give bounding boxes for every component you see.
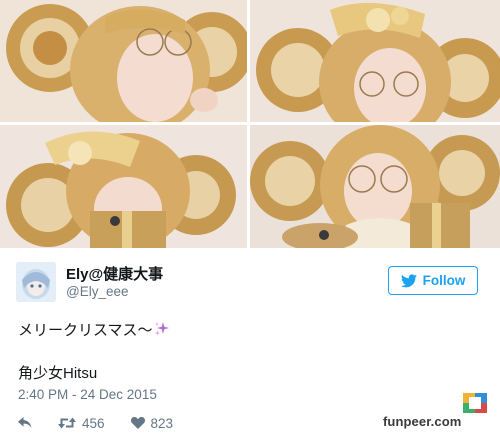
heart-icon [130,417,145,429]
photo-grid [0,0,500,248]
sparkles-emoji [154,322,169,336]
avatar[interactable] [16,262,56,302]
tweet-photo-2[interactable] [250,0,500,122]
like-count: 823 [150,415,174,431]
twitter-bird-icon [400,273,417,287]
tweet-text-line-2: 角少女Hitsu [18,365,98,382]
watermark: funpeer.com [378,392,500,434]
follow-label: Follow [422,273,466,288]
reply-button[interactable] [18,417,32,429]
retweet-icon [58,417,76,429]
tweet-text: メリークリスマス〜 [18,322,153,339]
user-handle[interactable]: @Ely_eee [66,284,129,299]
tweet-photo-4[interactable] [250,125,500,248]
funpeer-logo-icon [463,393,487,413]
tweet-text-line-1: メリークリスマス〜 [18,319,170,340]
watermark-text: funpeer.com [380,414,465,429]
retweet-count: 456 [82,415,105,431]
display-name[interactable]: Ely@健康大事 [66,263,163,284]
reply-icon [18,417,32,428]
retweet-button[interactable]: 456 [58,416,105,431]
follow-button[interactable]: Follow [388,266,478,295]
tweet-photo-1[interactable] [0,0,247,122]
tweet-actions: 456 823 [18,414,199,432]
like-button[interactable]: 823 [130,415,174,431]
tweet-timestamp[interactable]: 2:40 PM - 24 Dec 2015 [18,387,157,402]
tweet-photo-3[interactable] [0,125,247,248]
